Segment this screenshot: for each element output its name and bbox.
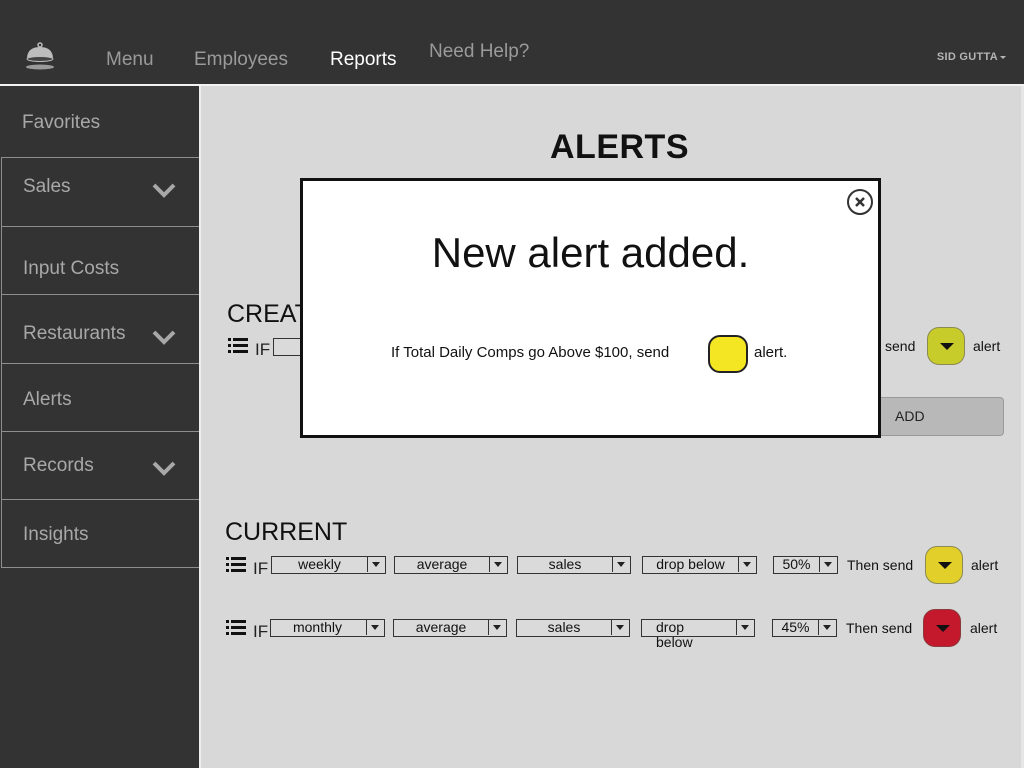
threshold-value: 50% <box>782 556 811 572</box>
chevron-down-icon[interactable] <box>151 329 177 345</box>
measure-select[interactable]: sales <box>516 619 630 637</box>
threshold-value: 45% <box>781 619 810 635</box>
sidebar-item-label: Records <box>23 455 94 476</box>
sidebar-item-label: Input Costs <box>23 258 120 279</box>
dropdown-arrow-icon[interactable] <box>818 620 836 635</box>
close-icon[interactable] <box>846 188 874 216</box>
sidebar-item-favorites[interactable]: Favorites <box>1 86 199 157</box>
then-send-label: Then send <box>846 620 913 636</box>
measure-value: sales <box>547 619 581 635</box>
dropdown-arrow-icon[interactable] <box>489 557 507 572</box>
threshold-select[interactable]: 50% <box>773 556 838 574</box>
sidebar-item-alerts[interactable]: Alerts <box>1 363 199 431</box>
metric-select[interactable]: average <box>394 556 508 574</box>
period-value: weekly <box>298 556 341 572</box>
dropdown-arrow-icon[interactable] <box>612 557 630 572</box>
page-title: ALERTS <box>550 128 689 166</box>
threshold-select[interactable]: 45% <box>772 619 837 637</box>
period-select[interactable]: monthly <box>270 619 385 637</box>
sidebar-divider <box>199 86 201 768</box>
dropdown-arrow-icon[interactable] <box>819 557 837 572</box>
sidebar-item-restaurants[interactable]: Restaurants <box>1 294 199 363</box>
user-name: SID GUTTA <box>936 51 998 63</box>
condition-value: drop below <box>656 556 725 572</box>
chevron-down-icon[interactable] <box>151 182 177 198</box>
dropdown-arrow-icon[interactable] <box>366 620 384 635</box>
alert-added-modal: New alert added. If Total Daily Comps go… <box>300 178 881 438</box>
list-icon[interactable] <box>226 556 246 572</box>
measure-select[interactable]: sales <box>517 556 631 574</box>
row-if-label: IF <box>253 559 269 578</box>
condition-select[interactable]: drop below <box>642 556 757 574</box>
sidebar-item-label: Restaurants <box>23 323 126 344</box>
sidebar-item-sales[interactable]: Sales <box>1 157 199 226</box>
nav-employees[interactable]: Employees <box>194 49 288 71</box>
list-icon[interactable] <box>226 619 246 635</box>
condition-select[interactable]: drop below <box>641 619 755 650</box>
dropdown-arrow-icon[interactable] <box>611 620 629 635</box>
alert-label: alert <box>971 557 999 573</box>
then-send-label: Then send <box>847 557 914 573</box>
condition-value: drop below <box>656 619 693 650</box>
metric-value: average <box>416 556 468 572</box>
sidebar-item-records[interactable]: Records <box>1 431 199 499</box>
user-menu[interactable]: SID GUTTA <box>937 51 1006 63</box>
alert-color-button-yellow[interactable] <box>925 546 963 584</box>
alert-color-button-red[interactable] <box>923 609 961 647</box>
dropdown-arrow-icon[interactable] <box>367 557 385 572</box>
cloche-logo-icon[interactable] <box>24 42 56 72</box>
sidebar-item-insights[interactable]: Insights <box>1 499 199 568</box>
sidebar-item-label: Insights <box>23 524 89 545</box>
period-select[interactable]: weekly <box>271 556 386 574</box>
list-icon[interactable] <box>228 337 248 353</box>
alert-label: alert <box>970 620 998 636</box>
create-alert-label: alert <box>973 338 1001 354</box>
create-send-label: send <box>885 338 916 354</box>
create-if-label: IF <box>255 340 271 359</box>
sidebar-item-label: Favorites <box>22 112 101 133</box>
current-section-title: CURRENT <box>225 518 348 546</box>
top-navigation-bar: Menu Employees Reports Need Help? SID GU… <box>0 0 1024 84</box>
modal-message: If Total Daily Comps go Above $100, send <box>391 344 670 361</box>
metric-select[interactable]: average <box>393 619 507 637</box>
metric-value: average <box>415 619 467 635</box>
caret-down-icon <box>1000 55 1006 59</box>
sidebar: Favorites Sales Input Costs Restaurants … <box>0 86 200 768</box>
dropdown-arrow-icon[interactable] <box>738 557 756 572</box>
nav-menu[interactable]: Menu <box>106 49 154 71</box>
alert-color-swatch <box>708 335 748 373</box>
dropdown-arrow-icon[interactable] <box>488 620 506 635</box>
measure-value: sales <box>548 556 582 572</box>
create-alert-color-button[interactable] <box>927 327 965 365</box>
sidebar-item-label: Alerts <box>23 389 72 410</box>
modal-title: New alert added. <box>431 229 750 276</box>
nav-reports[interactable]: Reports <box>330 49 397 71</box>
nav-need-help[interactable]: Need Help? <box>429 41 529 63</box>
chevron-down-icon[interactable] <box>151 460 177 476</box>
dropdown-arrow-icon[interactable] <box>736 620 754 635</box>
row-if-label: IF <box>253 622 269 641</box>
modal-alert-word: alert. <box>754 344 788 361</box>
period-value: monthly <box>292 619 343 635</box>
add-alert-button[interactable]: ADD <box>870 397 1004 436</box>
sidebar-item-input-costs[interactable]: Input Costs <box>1 226 199 294</box>
sidebar-item-label: Sales <box>23 176 71 197</box>
